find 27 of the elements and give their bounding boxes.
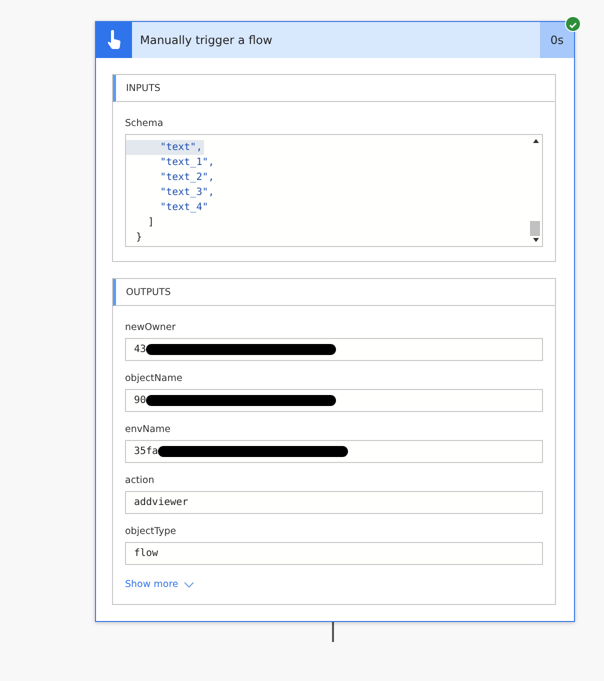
code-line: ] bbox=[147, 216, 156, 230]
field-label: objectName bbox=[125, 373, 184, 384]
section-heading: OUTPUTS bbox=[126, 286, 171, 298]
chevron-down-icon[interactable] bbox=[184, 582, 194, 588]
output-value: 43 bbox=[134, 344, 146, 355]
output-value: 35fa bbox=[134, 446, 158, 457]
field-label: objectType bbox=[125, 526, 178, 537]
trigger-title: Manually trigger a flow bbox=[140, 33, 272, 47]
code-line: } bbox=[135, 231, 144, 245]
code-line: "text_4" bbox=[159, 201, 210, 215]
code-editor[interactable]: "text", "text_1", "text_2", "text_3", "text_4" ] } bbox=[125, 134, 543, 247]
output-value: addviewer bbox=[134, 497, 188, 508]
output-value: 90 bbox=[134, 395, 146, 406]
code-line: "text_1", bbox=[159, 156, 216, 170]
field-label: newOwner bbox=[125, 322, 177, 333]
scrollbar-thumb[interactable] bbox=[530, 221, 540, 236]
code-line: "text_3", bbox=[159, 186, 216, 200]
field-label: action bbox=[125, 475, 156, 486]
section-heading: INPUTS bbox=[126, 82, 160, 94]
field-label: Schema bbox=[125, 118, 164, 129]
duration-badge: 0s bbox=[540, 22, 574, 58]
code-line: "text_2", bbox=[159, 171, 216, 185]
field-label: envName bbox=[125, 424, 172, 435]
show-more-link[interactable]: Show more bbox=[125, 579, 178, 590]
scroll-up-icon[interactable] bbox=[533, 139, 539, 143]
scroll-down-icon[interactable] bbox=[533, 238, 539, 242]
output-value: flow bbox=[134, 548, 158, 559]
